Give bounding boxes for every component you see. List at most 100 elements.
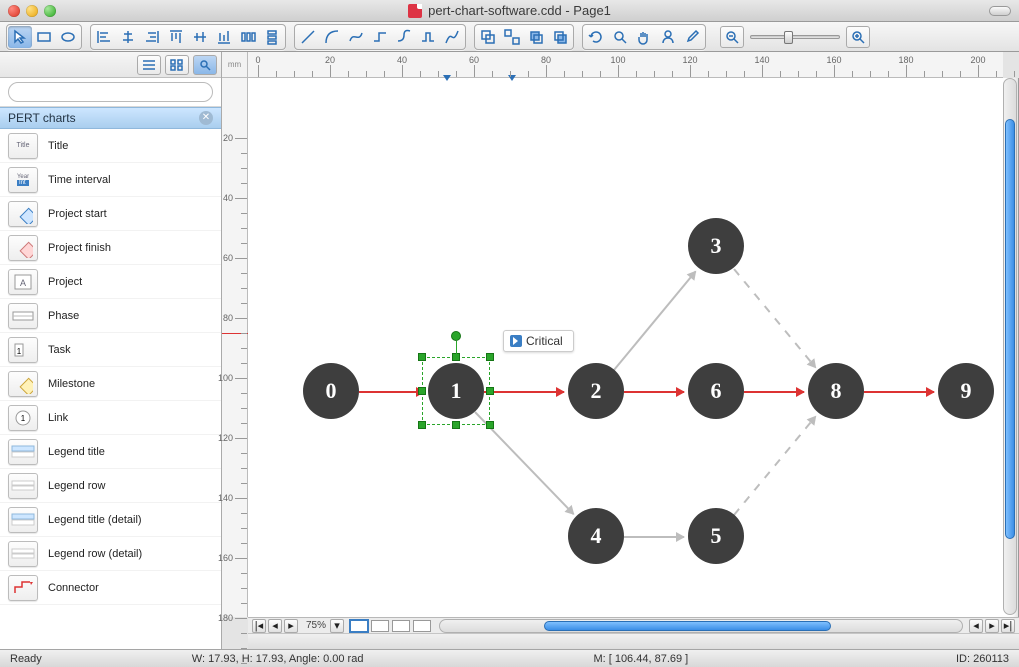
page-thumb-3[interactable] xyxy=(392,620,410,632)
selection-handle[interactable] xyxy=(486,387,494,395)
horizontal-scroll-thumb[interactable] xyxy=(544,621,831,631)
selection-handle[interactable] xyxy=(486,421,494,429)
edge-2-3[interactable] xyxy=(613,271,696,371)
edge-0-1[interactable] xyxy=(359,391,424,393)
align-left[interactable] xyxy=(92,26,116,48)
horizontal-scrollbar[interactable] xyxy=(439,619,963,633)
shape-item-link[interactable]: 1Link xyxy=(0,401,221,435)
selection-handle[interactable] xyxy=(418,353,426,361)
shape-item-project-start[interactable]: Project start xyxy=(0,197,221,231)
hand-tool[interactable] xyxy=(632,26,656,48)
distribute-h[interactable] xyxy=(236,26,260,48)
pointer-tool[interactable] xyxy=(8,26,32,48)
node-5[interactable]: 5 xyxy=(688,508,744,564)
edge-4-5[interactable] xyxy=(624,536,684,538)
shape-item-legend-row-detail-[interactable]: Legend row (detail) xyxy=(0,537,221,571)
user-tool[interactable] xyxy=(656,26,680,48)
ellipse-tool[interactable] xyxy=(56,26,80,48)
shape-item-project[interactable]: AProject xyxy=(0,265,221,299)
scroll-right-button[interactable]: ▸ xyxy=(985,619,999,633)
align-top[interactable] xyxy=(164,26,188,48)
shape-item-label: Project start xyxy=(48,208,107,220)
node-4[interactable]: 4 xyxy=(568,508,624,564)
align-right[interactable] xyxy=(140,26,164,48)
refresh-button[interactable] xyxy=(584,26,608,48)
zoom-slider[interactable] xyxy=(750,35,840,39)
smart-tag[interactable]: Critical xyxy=(503,330,574,352)
zoom-in-button[interactable] xyxy=(846,26,870,48)
shape-thumb xyxy=(8,235,38,261)
selection-handle[interactable] xyxy=(486,353,494,361)
align-center-h[interactable] xyxy=(116,26,140,48)
edge-2-6[interactable] xyxy=(624,391,684,393)
shape-item-task[interactable]: 1Task xyxy=(0,333,221,367)
shape-item-legend-title[interactable]: Legend title xyxy=(0,435,221,469)
zoom-slider-knob[interactable] xyxy=(784,31,793,44)
page-thumb-2[interactable] xyxy=(371,620,389,632)
node-9[interactable]: 9 xyxy=(938,363,994,419)
back-button[interactable] xyxy=(548,26,572,48)
zoom-tool[interactable] xyxy=(608,26,632,48)
edge-5-8[interactable] xyxy=(733,416,816,516)
edge-8-9[interactable] xyxy=(864,391,934,393)
elbow-tool[interactable] xyxy=(368,26,392,48)
node-0[interactable]: 0 xyxy=(303,363,359,419)
eyedropper-tool[interactable] xyxy=(680,26,704,48)
ruler-horizontal[interactable]: 020406080100120140160180200220240260 xyxy=(248,52,1003,78)
edge-3-8[interactable] xyxy=(733,268,816,368)
align-middle-v[interactable] xyxy=(188,26,212,48)
rect-tool[interactable] xyxy=(32,26,56,48)
view-grid-button[interactable] xyxy=(165,55,189,75)
category-close-icon[interactable]: ✕ xyxy=(199,111,213,125)
line-tool[interactable] xyxy=(296,26,320,48)
vertical-scrollbar[interactable] xyxy=(1003,78,1017,615)
scroll-end-button[interactable]: ▸| xyxy=(1001,619,1015,633)
zoom-dropdown-button[interactable]: ▾ xyxy=(330,619,344,633)
edge-6-8[interactable] xyxy=(744,391,804,393)
node-2[interactable]: 2 xyxy=(568,363,624,419)
shape-item-legend-row[interactable]: Legend row xyxy=(0,469,221,503)
selection-handle[interactable] xyxy=(418,421,426,429)
distribute-v[interactable] xyxy=(260,26,284,48)
sidebar-search-input[interactable] xyxy=(8,82,213,102)
page-thumb-4[interactable] xyxy=(413,620,431,632)
ruler-vertical[interactable]: 20406080100120140160180 xyxy=(222,78,248,617)
ungroup-button[interactable] xyxy=(500,26,524,48)
shape-item-connector[interactable]: Connector xyxy=(0,571,221,605)
diagram-canvas[interactable]: 012345689Critical xyxy=(248,78,1018,617)
shape-item-title[interactable]: TitleTitle xyxy=(0,129,221,163)
scroll-left-button[interactable]: ◂ xyxy=(969,619,983,633)
view-list-button[interactable] xyxy=(137,55,161,75)
group-button[interactable] xyxy=(476,26,500,48)
vertical-scroll-thumb[interactable] xyxy=(1005,119,1015,539)
shape-item-project-finish[interactable]: Project finish xyxy=(0,231,221,265)
node-8[interactable]: 8 xyxy=(808,363,864,419)
node-6[interactable]: 6 xyxy=(688,363,744,419)
page-first-button[interactable]: |◂ xyxy=(252,619,266,633)
selection-handle[interactable] xyxy=(452,421,460,429)
node-3[interactable]: 3 xyxy=(688,218,744,274)
bezier-tool[interactable] xyxy=(440,26,464,48)
front-button[interactable] xyxy=(524,26,548,48)
shape-item-label: Legend row (detail) xyxy=(48,548,142,560)
edge-1-2[interactable] xyxy=(484,391,564,393)
shape-item-legend-title-detail-[interactable]: Legend title (detail) xyxy=(0,503,221,537)
shape-item-time-interval[interactable]: YearIntTime interval xyxy=(0,163,221,197)
shape-item-milestone[interactable]: Milestone xyxy=(0,367,221,401)
rotation-handle[interactable] xyxy=(451,331,461,341)
sidebar-search-button[interactable] xyxy=(193,55,217,75)
zoom-out-button[interactable] xyxy=(720,26,744,48)
page-prev-button[interactable]: ◂ xyxy=(268,619,282,633)
curve-tool[interactable] xyxy=(344,26,368,48)
selection-handle[interactable] xyxy=(418,387,426,395)
shape-item-phase[interactable]: Phase xyxy=(0,299,221,333)
canvas-area: mm 020406080100120140160180200220240260 … xyxy=(222,52,1019,649)
page-next-button[interactable]: ▸ xyxy=(284,619,298,633)
align-bottom[interactable] xyxy=(212,26,236,48)
sidebar-category-header[interactable]: PERT charts ✕ xyxy=(0,107,221,129)
page-thumb-1[interactable] xyxy=(350,620,368,632)
arc-tool[interactable] xyxy=(320,26,344,48)
canvas-viewport[interactable]: 012345689Critical xyxy=(248,78,1019,617)
smart-connector-tool[interactable] xyxy=(416,26,440,48)
round-elbow-tool[interactable] xyxy=(392,26,416,48)
